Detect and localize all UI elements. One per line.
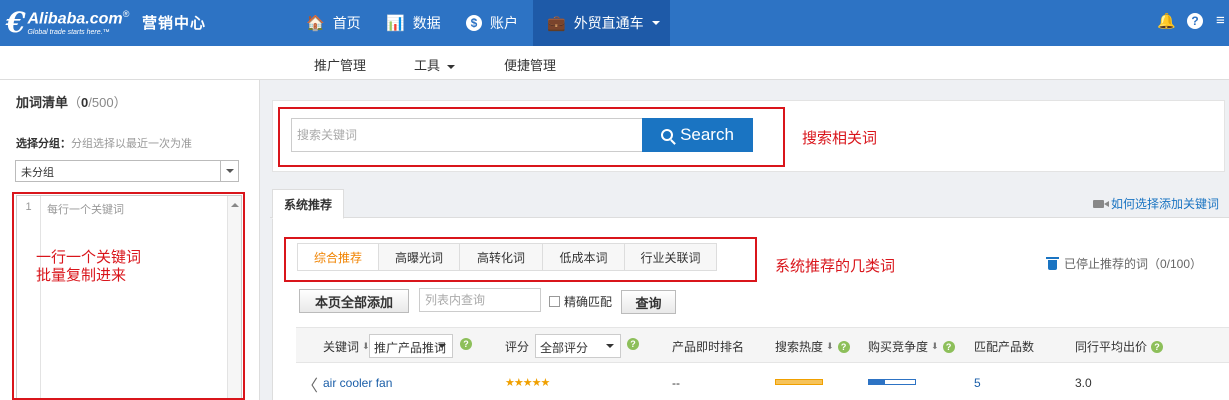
bell-icon[interactable]: 🔔 [1157,12,1176,30]
col-score: 评分 [505,340,530,354]
logo-tagline: Global trade starts here.™ [27,29,110,37]
search-heat-bar [775,379,823,385]
col-match-count: 匹配产品数 [974,340,1035,354]
chevron-down-icon [438,344,446,348]
tab-system-recommend[interactable]: 系统推荐 [272,189,344,219]
keyword-source-select[interactable]: 推广产品推词 [369,334,453,358]
competition-bar [868,379,916,385]
col-search-heat[interactable]: 搜索热度 ⬇? [775,338,850,355]
keyword-textarea[interactable]: 1 每行一个关键词 [16,195,242,400]
menu-icon[interactable]: ≡ [1216,12,1225,29]
group-select-label: 选择分组：分组选择以最近一次为准 [16,138,192,150]
nav-p4p[interactable]: 💼 外贸直通车 [533,0,670,46]
marketing-center-title: 营销中心 [142,15,207,32]
subtab-low-cost[interactable]: 低成本词 [542,243,625,271]
annotation-note-left: 一行一个关键词 批量复制进来 [36,249,142,284]
nav-data-label: 数据 [412,15,441,31]
help-icon: ? [627,338,639,350]
col-competition[interactable]: 购买竞争度 ⬇? [868,338,955,355]
help-icon: ? [942,340,955,353]
keyword-search-input[interactable] [291,118,643,152]
top-navbar: € Alibaba.com® Global trade starts here.… [0,0,1229,46]
annotation-note-subtabs: 系统推荐的几类词 [775,258,896,275]
nav-p4p-label: 外贸直通车 [573,15,644,31]
sort-icon: ⬇ [826,341,834,351]
main-tabbar [270,189,1229,218]
keyword-list-title: 加词清单（0/500） [16,95,127,110]
prev-icon[interactable]: 〈 [302,372,318,396]
subtab-high-exposure[interactable]: 高曝光词 [378,243,460,271]
col-avg-bid: 同行平均出价? [1075,338,1164,355]
logo-registered: ® [122,8,130,19]
bar-chart-icon: 📊 [386,15,405,32]
video-camera-icon [1092,199,1109,208]
line-number-gutter: 1 [17,196,41,399]
trash-icon [1046,256,1059,270]
group-select[interactable]: 未分组 [15,160,239,182]
how-to-add-keywords-link[interactable]: 如何选择添加关键词 [1092,195,1219,212]
score-filter-select[interactable]: 全部评分 [535,334,621,358]
chevron-down-icon [447,64,456,69]
col-rank: 产品即时排名 [672,340,745,354]
col-keyword[interactable]: 关键词 ⬇ [323,338,370,355]
stopped-recommend-link[interactable]: 已停止推荐的词（0/100） [1046,255,1202,272]
nav-data[interactable]: 📊 数据 [386,0,441,46]
subnav-tools[interactable]: 工具 [414,55,456,74]
row-match-count[interactable]: 5 [974,376,981,390]
textarea-scrollbar[interactable] [227,196,241,399]
exact-match-checkbox[interactable]: 精确匹配 [549,293,612,310]
checkbox-box [549,296,560,307]
search-button[interactable]: Search [642,118,753,152]
dollar-icon: $ [466,15,482,31]
chevron-down-icon [220,161,238,181]
subtab-comprehensive[interactable]: 综合推荐 [297,243,379,271]
row-avg-bid: 3.0 [1075,376,1092,390]
chevron-down-icon [606,344,614,348]
star-rating: ★★★★★ [505,377,550,389]
row-keyword[interactable]: air cooler fan [323,376,392,390]
sort-icon: ⬇ [931,341,939,351]
alibaba-logo[interactable]: € Alibaba.com® Global trade starts here.… [6,8,129,38]
subtab-industry-related[interactable]: 行业关联词 [624,243,717,271]
help-icon: ? [837,340,850,353]
search-icon [661,129,674,141]
logo-brand: Alibaba.com [27,10,123,28]
nav-account-label: 账户 [490,15,518,31]
subnav-promotion-manage[interactable]: 推广管理 [314,55,366,74]
help-icon: ? [1187,13,1203,29]
add-all-on-page-button[interactable]: 本页全部添加 [299,289,409,313]
keyword-list-panel: 加词清单（0/500） 选择分组：分组选择以最近一次为准 未分组 1 每行一个关… [0,80,260,400]
briefcase-icon: 💼 [547,15,566,32]
help-icon: ? [460,338,472,350]
subnav-quick-manage[interactable]: 便捷管理 [504,55,556,74]
subtab-high-conversion[interactable]: 高转化词 [459,243,543,271]
list-filter-input[interactable] [419,288,541,312]
sub-navbar: 推广管理 工具 便捷管理 [0,46,1229,80]
row-rank: -- [672,376,680,390]
chevron-down-icon [651,21,660,25]
home-icon: 🏠 [306,15,325,32]
nav-home-label: 首页 [332,15,361,31]
keyword-textarea-placeholder: 每行一个关键词 [47,204,124,216]
annotation-note-search: 搜索相关词 [802,130,878,147]
query-button[interactable]: 查询 [621,290,676,314]
nav-home[interactable]: 🏠 首页 [306,0,361,46]
nav-account[interactable]: $ 账户 [466,0,518,46]
help-icon[interactable]: ? [1151,340,1164,353]
logo-mark: € [6,6,26,39]
